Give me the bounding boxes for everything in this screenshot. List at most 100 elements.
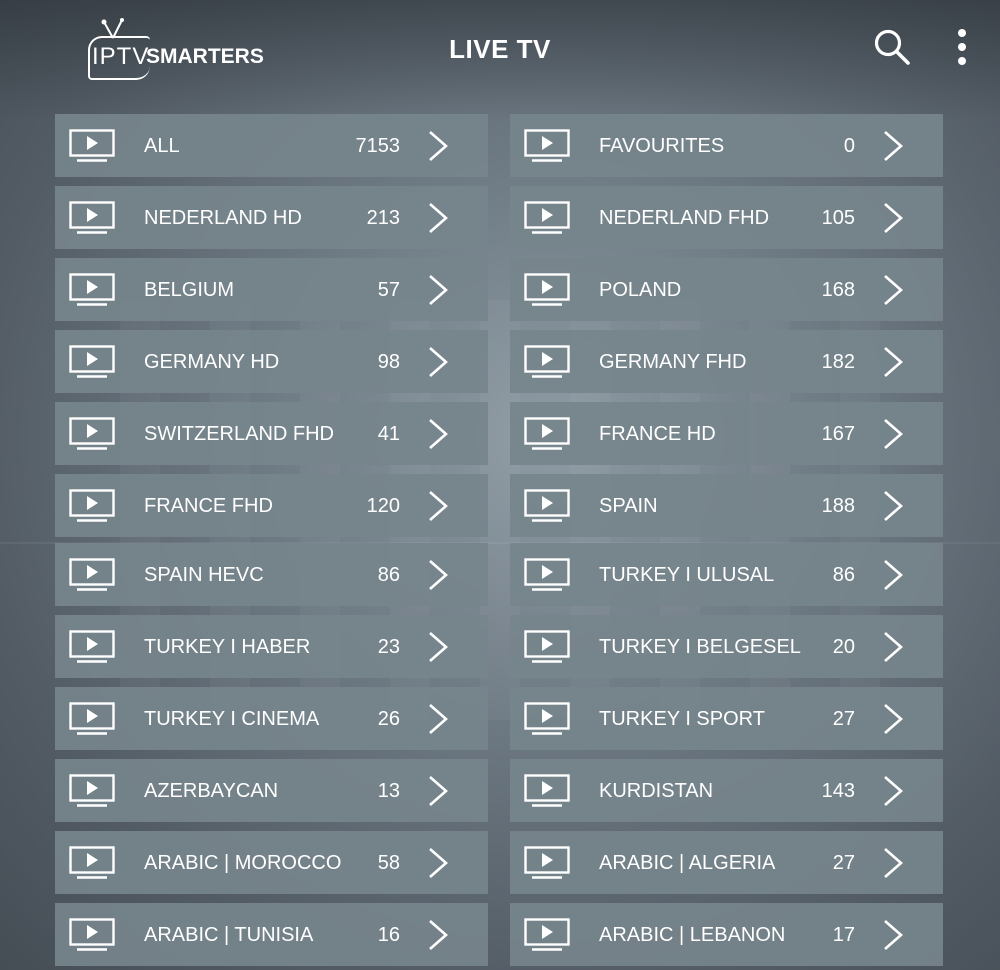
channel-count: 188	[821, 495, 855, 517]
channel-count: 27	[832, 708, 855, 730]
category-name: NEDERLAND FHD	[599, 207, 770, 229]
category-item[interactable]: SWITZERLAND FHD 41	[55, 402, 488, 465]
tv-play-icon	[69, 702, 115, 735]
channel-count: 41	[377, 423, 400, 445]
chevron-right-icon	[429, 560, 448, 590]
app-header: IPTV SMARTERS LIVE TV	[0, 0, 1000, 100]
tv-play-icon	[524, 918, 570, 951]
category-name: FAVOURITES	[599, 135, 725, 157]
chevron-right-icon	[429, 419, 448, 449]
category-name: GERMANY FHD	[599, 351, 747, 373]
chevron-right-icon	[884, 776, 903, 806]
channel-count: 57	[377, 279, 400, 301]
category-item[interactable]: AZERBAYCAN 13	[55, 759, 488, 822]
category-row: FRANCE FHD 120 SPAIN 188	[55, 474, 943, 537]
channel-count: 26	[377, 708, 400, 730]
category-item[interactable]: POLAND 168	[510, 258, 943, 321]
channel-count: 98	[377, 351, 400, 373]
category-name: FRANCE HD	[599, 423, 716, 445]
chevron-right-icon	[429, 203, 448, 233]
tv-play-icon	[69, 918, 115, 951]
category-name: ARABIC | LEBANON	[599, 924, 786, 946]
category-name: BELGIUM	[144, 279, 235, 301]
category-row: ARABIC | MOROCCO 58 ARABIC | ALGERIA 27	[55, 831, 943, 894]
chevron-right-icon	[429, 491, 448, 521]
category-item[interactable]: TURKEY I CINEMA 26	[55, 687, 488, 750]
category-item[interactable]: ARABIC | LEBANON 17	[510, 903, 943, 966]
category-item[interactable]: FAVOURITES 0	[510, 114, 943, 177]
chevron-right-icon	[884, 632, 903, 662]
category-item[interactable]: NEDERLAND FHD 105	[510, 186, 943, 249]
tv-play-icon	[524, 201, 570, 234]
category-item[interactable]: GERMANY FHD 182	[510, 330, 943, 393]
tv-play-icon	[524, 345, 570, 378]
category-row: TURKEY I HABER 23 TURKEY I BELGESEL 20	[55, 615, 943, 678]
category-item[interactable]: TURKEY I SPORT 27	[510, 687, 943, 750]
category-item[interactable]: TURKEY I ULUSAL 86	[510, 543, 943, 606]
category-item[interactable]: SPAIN HEVC 86	[55, 543, 488, 606]
category-item[interactable]: ALL 7153	[55, 114, 488, 177]
category-item[interactable]: BELGIUM 57	[55, 258, 488, 321]
chevron-right-icon	[884, 560, 903, 590]
search-icon[interactable]	[873, 28, 911, 66]
channel-count: 213	[366, 207, 400, 229]
category-item[interactable]: KURDISTAN 143	[510, 759, 943, 822]
category-name: ALL	[144, 135, 180, 157]
category-name: TURKEY I BELGESEL	[599, 636, 801, 658]
chevron-right-icon	[884, 203, 903, 233]
tv-play-icon	[524, 417, 570, 450]
tv-play-icon	[69, 489, 115, 522]
chevron-right-icon	[884, 848, 903, 878]
category-name: ARABIC | TUNISIA	[144, 924, 314, 946]
channel-count: 16	[377, 924, 400, 946]
category-item[interactable]: ARABIC | TUNISIA 16	[55, 903, 488, 966]
tv-play-icon	[524, 558, 570, 591]
category-name: SPAIN HEVC	[144, 564, 264, 586]
category-item[interactable]: NEDERLAND HD 213	[55, 186, 488, 249]
channel-count: 20	[832, 636, 855, 658]
tv-play-icon	[69, 129, 115, 162]
category-item[interactable]: SPAIN 188	[510, 474, 943, 537]
category-item[interactable]: GERMANY HD 98	[55, 330, 488, 393]
category-item[interactable]: ARABIC | ALGERIA 27	[510, 831, 943, 894]
chevron-right-icon	[429, 347, 448, 377]
category-row: SPAIN HEVC 86 TURKEY I ULUSAL 86	[55, 543, 943, 606]
tv-play-icon	[524, 846, 570, 879]
channel-count: 143	[821, 780, 855, 802]
category-name: FRANCE FHD	[144, 495, 273, 517]
tv-play-icon	[69, 273, 115, 306]
category-name: POLAND	[599, 279, 682, 301]
chevron-right-icon	[884, 131, 903, 161]
chevron-right-icon	[884, 491, 903, 521]
chevron-right-icon	[429, 131, 448, 161]
chevron-right-icon	[429, 632, 448, 662]
chevron-right-icon	[884, 704, 903, 734]
tv-play-icon	[69, 630, 115, 663]
tv-play-icon	[69, 345, 115, 378]
category-item[interactable]: ARABIC | MOROCCO 58	[55, 831, 488, 894]
tv-play-icon	[69, 558, 115, 591]
category-row: ARABIC | TUNISIA 16 ARABIC | LEBANON 17	[55, 903, 943, 966]
channel-count: 86	[377, 564, 400, 586]
category-item[interactable]: TURKEY I BELGESEL 20	[510, 615, 943, 678]
tv-play-icon	[524, 273, 570, 306]
category-row: ALL 7153 FAVOURITES 0	[55, 114, 943, 177]
channel-count: 168	[821, 279, 855, 301]
channel-count: 86	[832, 564, 855, 586]
tv-play-icon	[524, 774, 570, 807]
category-name: NEDERLAND HD	[144, 207, 302, 229]
category-name: GERMANY HD	[144, 351, 280, 373]
category-item[interactable]: FRANCE FHD 120	[55, 474, 488, 537]
channel-count: 7153	[355, 135, 401, 157]
category-name: ARABIC | MOROCCO	[144, 852, 342, 874]
category-item[interactable]: TURKEY I HABER 23	[55, 615, 488, 678]
channel-count: 27	[832, 852, 855, 874]
channel-count: 167	[821, 423, 855, 445]
category-name: KURDISTAN	[599, 780, 714, 802]
channel-count: 0	[843, 135, 855, 157]
tv-play-icon	[69, 774, 115, 807]
category-item[interactable]: FRANCE HD 167	[510, 402, 943, 465]
category-row: TURKEY I CINEMA 26 TURKEY I SPORT 27	[55, 687, 943, 750]
more-vertical-icon[interactable]	[952, 28, 972, 68]
chevron-right-icon	[429, 776, 448, 806]
